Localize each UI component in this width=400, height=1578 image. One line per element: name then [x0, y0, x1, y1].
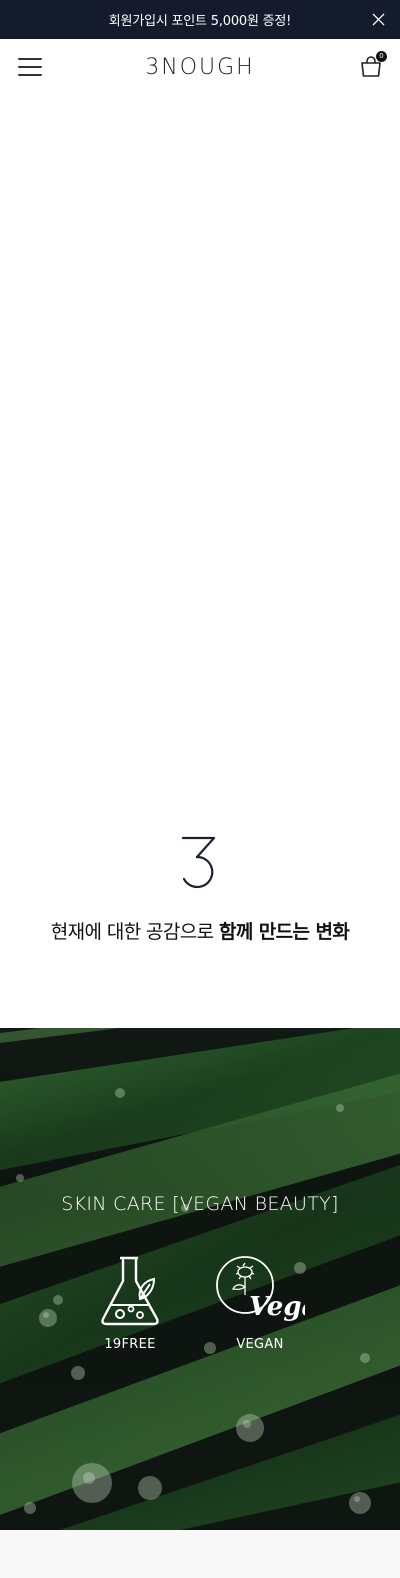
vegan-beauty-section: SKIN CARE [VEGAN BEAUTY] 19FREE Vegan VE…: [0, 1028, 400, 1530]
promo-text: 회원가입시 포인트 5,000원 증정!: [108, 14, 292, 29]
leaf-water-drops-image: [0, 1028, 400, 1530]
hero-description: 환경과의 지속적인 공존을 선택한 브랜드 쓰리노프는 불필요한 것을 줄이고 …: [0, 459, 400, 559]
vegan-sunflower-icon: Vegan: [216, 1256, 337, 1322]
vegan-emblem-text: Vegan: [249, 1292, 305, 1322]
mission-text: 현재에 대한 공감으로 함께 만드는 변화: [0, 917, 400, 944]
brand-3-mark-icon: [181, 836, 216, 889]
hero-desc-line: 불필요한 것을 줄이고 피부와 환경에 충분한 만큼만: [60, 488, 340, 504]
cart-count-badge: 0: [376, 51, 387, 62]
hero-section: L3SS IS 3NOUGH 조금만 덜어내도 우린 충분합니다. 환경과의 지…: [0, 39, 400, 750]
hero-desc-text: 는: [331, 463, 344, 479]
hero-eyebrow: L3SS IS 3NOUGH: [137, 309, 263, 325]
hero-desc-line: 담아내는 현명함으로 ‘의식 있는 소비의 가치’를: [70, 513, 330, 529]
badge-vegan: Vegan VEGAN: [215, 1255, 337, 1352]
chevron-down-icon[interactable]: [189, 687, 213, 701]
mission-text-bold: 함께 만드는 변화: [219, 921, 350, 943]
cart-button[interactable]: 0: [360, 51, 387, 78]
vegan-section-title: SKIN CARE [VEGAN BEAUTY]: [61, 1193, 339, 1215]
badge-19free: 19FREE: [85, 1255, 175, 1352]
footer-strip: [0, 1530, 400, 1578]
hero-desc-text: 환경과의 지속적인 공존을 선택한 브랜드: [56, 463, 283, 479]
close-icon[interactable]: [371, 12, 386, 27]
hamburger-menu-icon[interactable]: [18, 58, 42, 76]
mission-section: 현재에 대한 공감으로 함께 만드는 변화: [0, 750, 400, 1028]
brand-logo[interactable]: 3NOUGH: [145, 55, 254, 80]
hero-title: 조금만 덜어내도 우린 충분합니다.: [0, 347, 400, 431]
promo-banner: 회원가입시 포인트 5,000원 증정!: [0, 0, 400, 39]
site-header: 3NOUGH 0: [0, 39, 400, 95]
mission-text-regular: 현재에 대한 공감으로: [50, 921, 220, 943]
brand-name: 쓰리노프: [282, 463, 332, 479]
hero-title-line: 우린 충분합니다.: [99, 393, 301, 427]
badge-label: VEGAN: [236, 1337, 284, 1352]
hero-desc-line: 실현하고자 노력합니다.: [135, 538, 265, 554]
badge-label: 19FREE: [104, 1337, 156, 1352]
hero-title-line: 조금만 덜어내도: [104, 351, 296, 385]
hero-desc-line: 환경과의 지속적인 공존을 선택한 브랜드 쓰리노프는: [0, 459, 400, 484]
cream-texture-image: [0, 39, 400, 750]
flask-leaf-icon: [101, 1256, 159, 1326]
